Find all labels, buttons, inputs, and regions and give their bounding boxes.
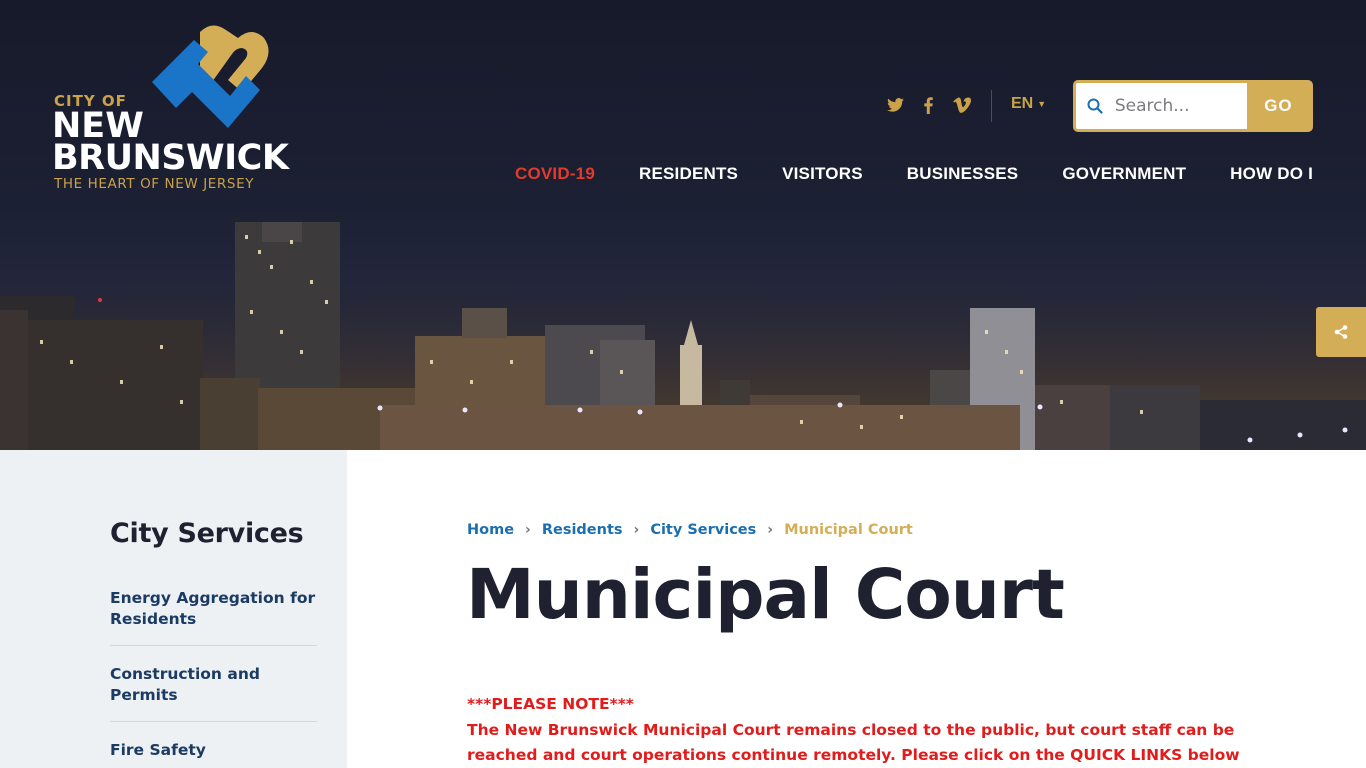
share-button[interactable] — [1316, 307, 1366, 357]
nav-item-businesses[interactable]: BUSINESSES — [907, 164, 1019, 184]
sidebar-item-fire-safety[interactable]: Fire Safety — [110, 740, 317, 768]
sidebar-title: City Services — [110, 518, 304, 549]
hero-banner: CITY OF NEW BRUNSWICK THE HEART OF NEW J… — [0, 0, 1366, 450]
breadcrumb-chevron-icon: › — [633, 522, 640, 538]
utility-divider — [991, 90, 992, 122]
main-nav: COVID-19 RESIDENTS VISITORS BUSINESSES G… — [471, 164, 1313, 184]
breadcrumb-current: Municipal Court — [784, 522, 913, 538]
nav-item-visitors[interactable]: VISITORS — [782, 164, 863, 184]
twitter-icon[interactable] — [884, 94, 906, 116]
sidebar: City Services Energy Aggregation for Res… — [0, 450, 347, 768]
search-input[interactable] — [1114, 83, 1247, 129]
logo-tagline: THE HEART OF NEW JERSEY — [54, 176, 255, 192]
page-title: Municipal Court — [466, 555, 1065, 635]
nav-item-covid-19[interactable]: COVID-19 — [515, 164, 595, 184]
city-logo[interactable]: CITY OF NEW BRUNSWICK THE HEART OF NEW J… — [52, 20, 352, 196]
search-form: GO — [1073, 80, 1313, 132]
breadcrumb-city-services[interactable]: City Services — [650, 522, 756, 538]
notice-heading: ***PLEASE NOTE*** — [467, 695, 634, 713]
sidebar-item-energy-aggregation[interactable]: Energy Aggregation for Residents — [110, 588, 317, 646]
notice-body: The New Brunswick Municipal Court remain… — [467, 720, 1240, 765]
logo-brunswick: BRUNSWICK — [52, 138, 289, 178]
nb-monogram-icon — [152, 25, 269, 128]
chevron-down-icon: ▼ — [1037, 99, 1047, 109]
sidebar-item-construction-permits[interactable]: Construction and Permits — [110, 664, 317, 722]
language-label: EN — [1011, 95, 1034, 112]
search-go-button[interactable]: GO — [1246, 83, 1310, 129]
language-selector[interactable]: EN ▼ — [1011, 95, 1046, 113]
breadcrumb-residents[interactable]: Residents — [542, 522, 623, 538]
share-icon — [1334, 325, 1348, 339]
facebook-icon[interactable] — [917, 94, 939, 116]
court-notice: ***PLEASE NOTE*** The New Brunswick Muni… — [467, 692, 1267, 768]
breadcrumb-chevron-icon: › — [525, 522, 531, 538]
nav-item-government[interactable]: GOVERNMENT — [1062, 164, 1186, 184]
search-icon — [1076, 83, 1115, 129]
nav-item-residents[interactable]: RESIDENTS — [639, 164, 738, 184]
breadcrumb-chevron-icon: › — [767, 522, 774, 538]
breadcrumb: Home › Residents › City Services › Munic… — [467, 522, 913, 538]
sidebar-list: Energy Aggregation for Residents Constru… — [110, 588, 317, 768]
breadcrumb-home[interactable]: Home — [467, 522, 514, 538]
nav-item-how-do-i[interactable]: HOW DO I — [1230, 164, 1313, 184]
vimeo-icon[interactable] — [951, 94, 973, 116]
